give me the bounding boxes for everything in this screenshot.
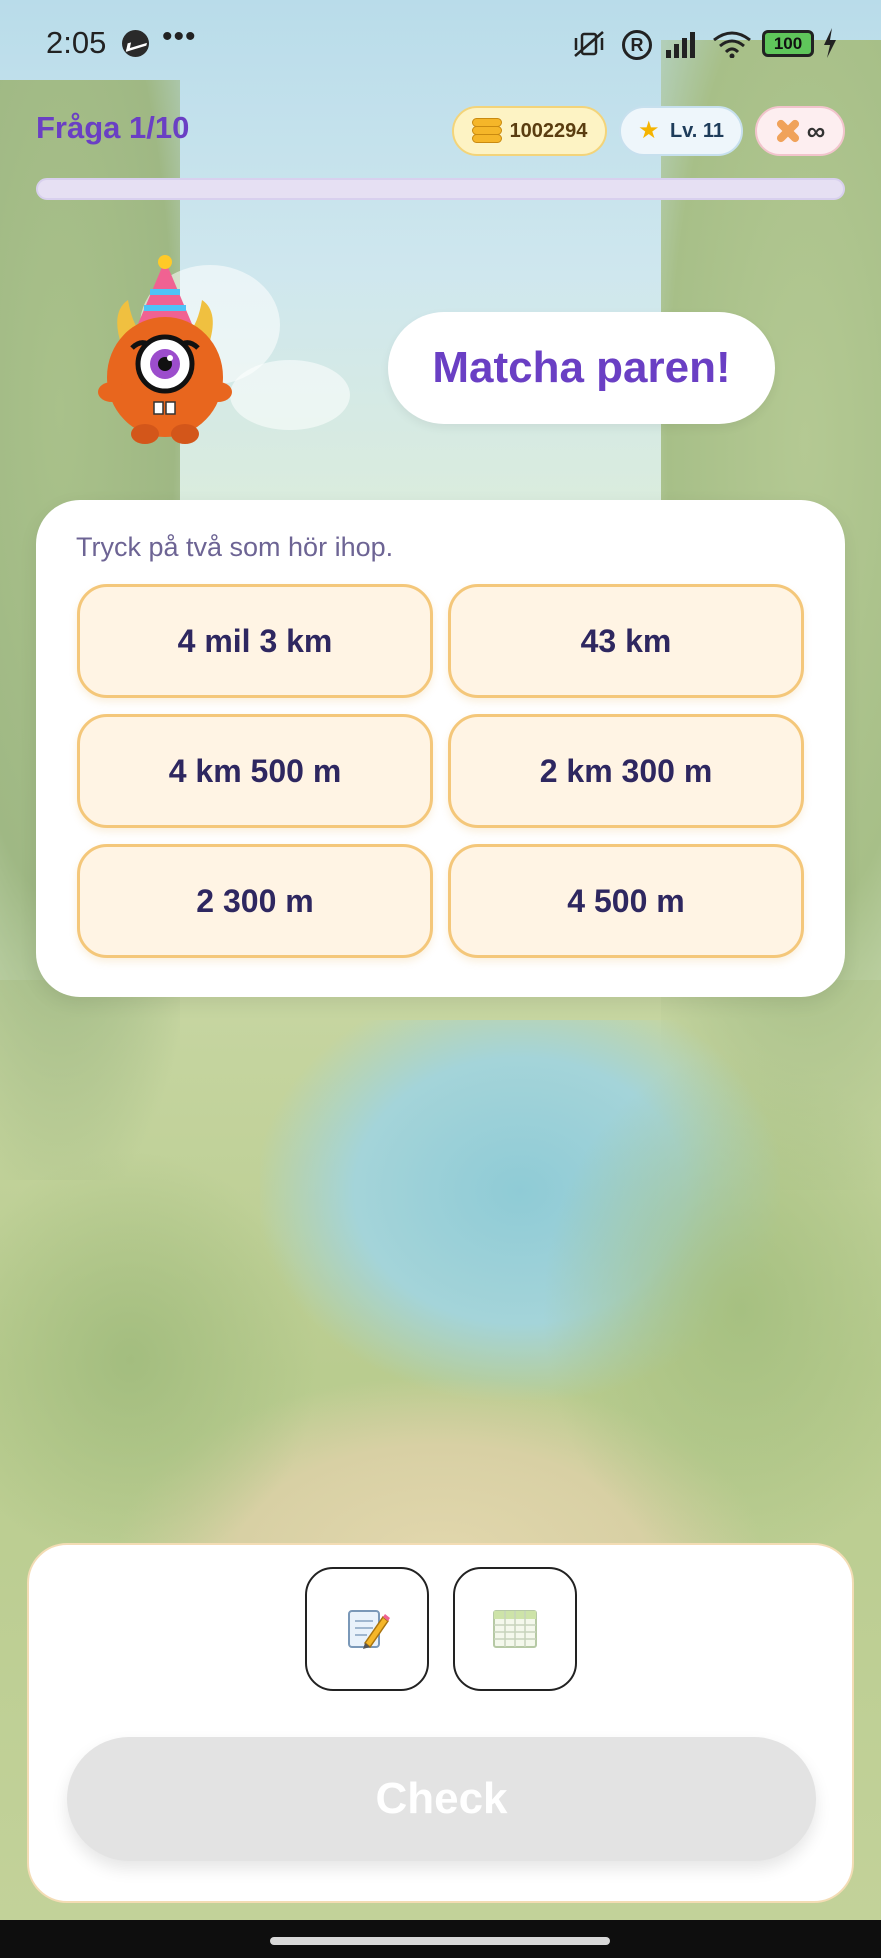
match-tile[interactable]: 2 km 300 m [448, 714, 804, 828]
level-badge[interactable]: ★ Lv. 11 [619, 106, 743, 156]
coins-icon [471, 118, 502, 144]
charging-icon [824, 28, 836, 58]
answer-panel: Check [27, 1543, 854, 1903]
instruction-text: Tryck på två som hör ihop. [76, 532, 394, 562]
messenger-icon [122, 30, 149, 57]
speech-bubble: Matcha paren! [388, 312, 775, 424]
matching-card: Tryck på två som hör ihop. 4 mil 3 km 43… [36, 500, 845, 997]
match-tile[interactable]: 2 300 m [77, 844, 433, 958]
notepad-button[interactable] [305, 1567, 429, 1691]
star-icon: ★ [637, 117, 660, 144]
table-button[interactable] [453, 1567, 577, 1691]
status-bar: 2:05 ••• R 100 [0, 0, 881, 90]
prompt-title: Matcha paren! [432, 343, 731, 392]
notepad-pencil-icon [348, 1610, 390, 1649]
cell-signal-icon [666, 32, 695, 58]
lives-badge[interactable]: ∞ [755, 106, 845, 156]
coins-value: 1002294 [509, 119, 588, 142]
match-tile[interactable]: 4 500 m [448, 844, 804, 958]
match-tile[interactable]: 4 km 500 m [77, 714, 433, 828]
wifi-icon [713, 31, 751, 58]
quiz-progress-bar [36, 178, 845, 200]
question-counter: Fråga 1/10 [36, 110, 190, 145]
vibrate-off-icon [574, 31, 604, 57]
table-icon [493, 1610, 537, 1648]
battery-icon: 100 [762, 30, 814, 57]
level-value: Lv. 11 [669, 119, 725, 142]
coins-badge[interactable]: 1002294 [452, 106, 607, 156]
lives-value: ∞ [806, 115, 826, 146]
monster-mascot [98, 255, 232, 444]
bandage-icon [774, 118, 801, 144]
home-handle[interactable] [270, 1937, 610, 1945]
more-notifications-icon: ••• [162, 20, 197, 53]
match-tile[interactable]: 4 mil 3 km [77, 584, 433, 698]
status-time: 2:05 [46, 25, 107, 60]
check-button[interactable]: Check [67, 1737, 816, 1861]
registered-icon: R [622, 30, 652, 60]
match-tile[interactable]: 43 km [448, 584, 804, 698]
